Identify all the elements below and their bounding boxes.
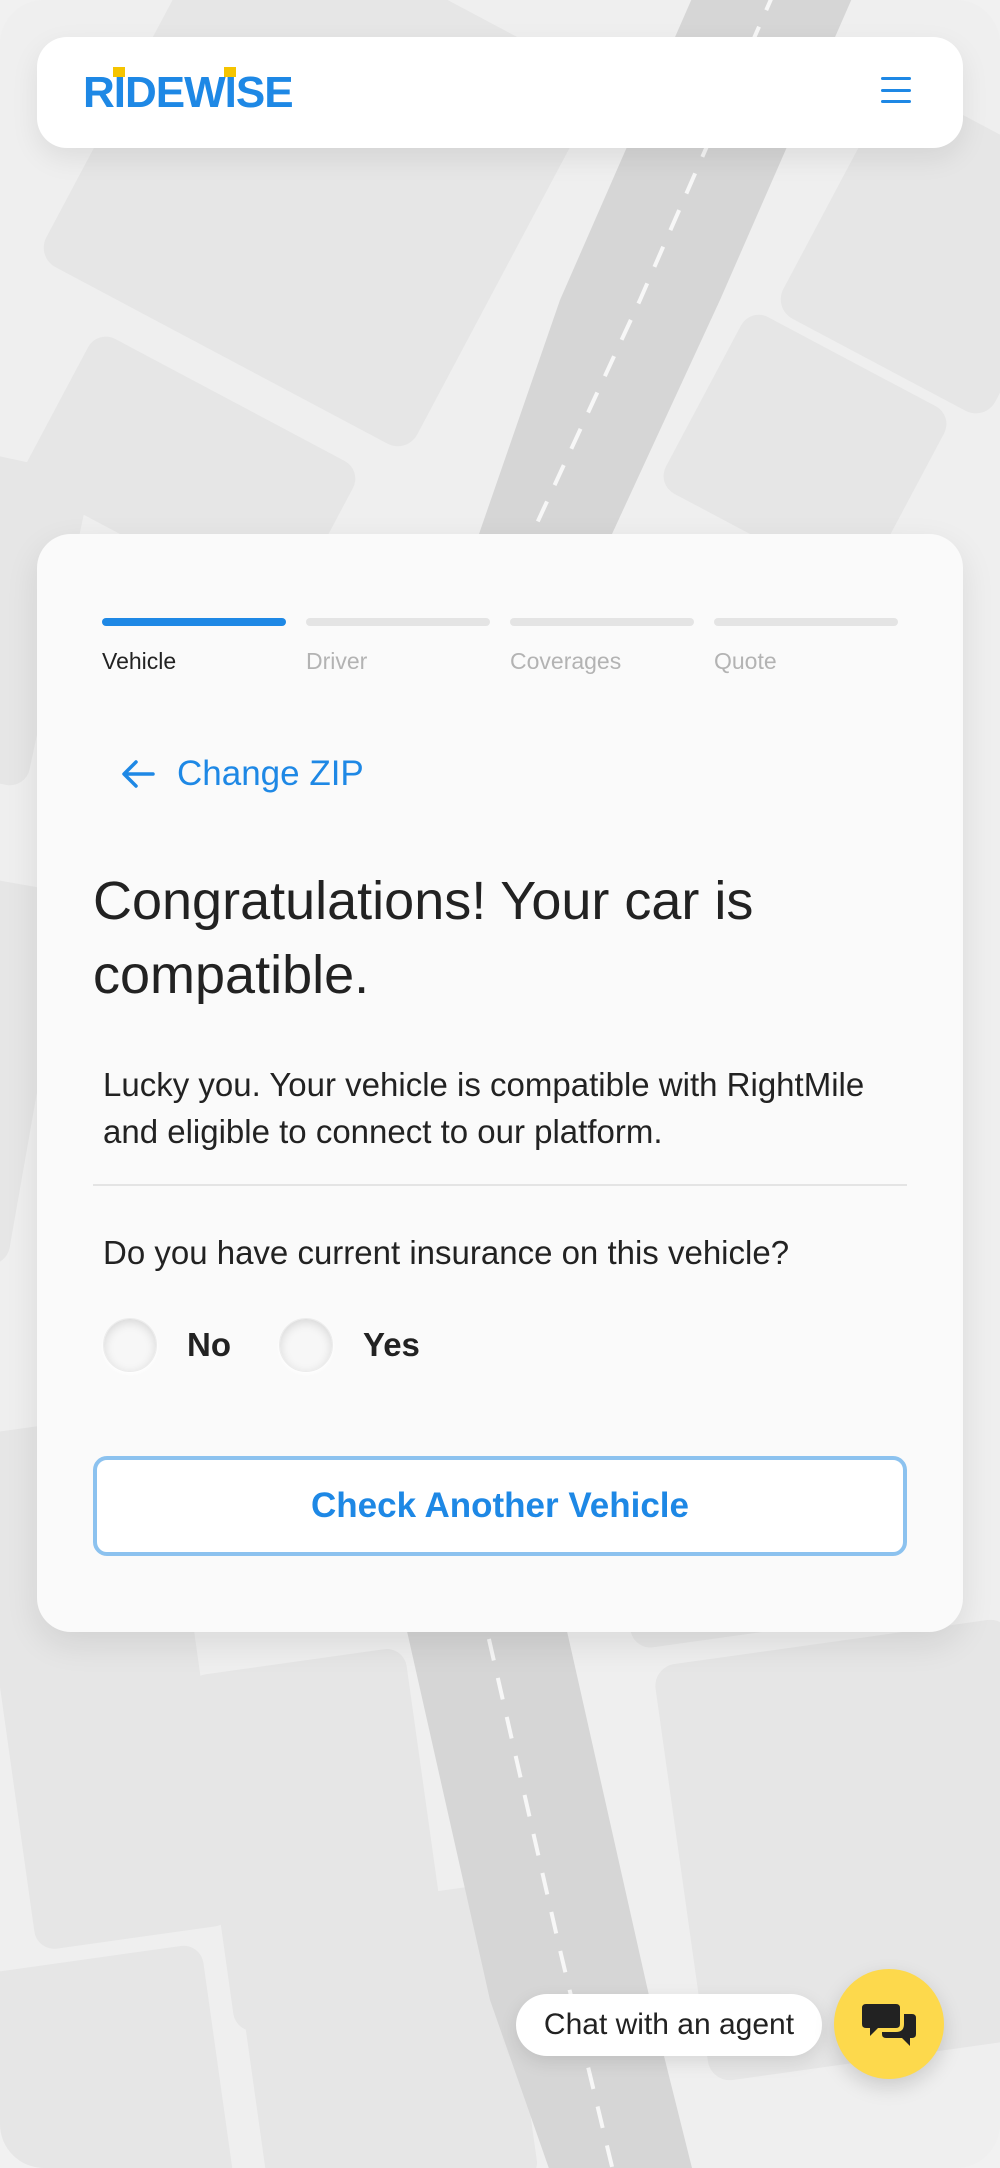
- step-vehicle[interactable]: Vehicle: [102, 618, 286, 675]
- change-zip-label: Change ZIP: [177, 754, 364, 793]
- step-label: Driver: [306, 648, 368, 674]
- insurance-question: Do you have current insurance on this ve…: [103, 1234, 790, 1271]
- compatibility-description: Lucky you. Your vehicle is compatible wi…: [103, 1066, 865, 1150]
- radio-label: Yes: [363, 1326, 420, 1363]
- vehicle-result-card: Vehicle Driver Coverages Quote Change ZI…: [37, 534, 963, 1632]
- step-driver[interactable]: Driver: [306, 618, 490, 675]
- step-bar: [306, 618, 490, 626]
- app-frame: RIDEWISE Vehicle Driver Coverages Quote: [0, 0, 1000, 2168]
- ridewise-logo[interactable]: RIDEWISE: [83, 71, 294, 115]
- hamburger-menu-icon[interactable]: [881, 77, 911, 103]
- step-coverages[interactable]: Coverages: [510, 618, 694, 675]
- step-label: Coverages: [510, 648, 622, 674]
- page-title: Congratulations! Your car is compatible.: [93, 871, 754, 1005]
- chat-bubbles-icon: [862, 2004, 916, 2046]
- radio-circle[interactable]: [103, 1318, 157, 1372]
- step-bar: [714, 618, 898, 626]
- step-label: Quote: [714, 648, 777, 674]
- chat-with-agent-label[interactable]: Chat with an agent: [516, 1994, 822, 2056]
- step-bar: [510, 618, 694, 626]
- step-bar: [102, 618, 286, 626]
- change-zip-link[interactable]: Change ZIP: [121, 752, 364, 796]
- radio-no[interactable]: No: [103, 1318, 231, 1372]
- top-header: RIDEWISE: [37, 37, 963, 148]
- radio-label: No: [187, 1326, 231, 1363]
- radio-yes[interactable]: Yes: [279, 1318, 420, 1372]
- divider: [93, 1184, 907, 1186]
- arrow-left-icon: [122, 760, 155, 788]
- insurance-radio-group: No Yes: [103, 1318, 420, 1372]
- check-another-vehicle-button[interactable]: Check Another Vehicle: [93, 1456, 907, 1556]
- radio-circle[interactable]: [279, 1318, 333, 1372]
- step-quote[interactable]: Quote: [714, 618, 898, 675]
- step-label: Vehicle: [102, 648, 177, 674]
- chat-button[interactable]: [834, 1969, 944, 2079]
